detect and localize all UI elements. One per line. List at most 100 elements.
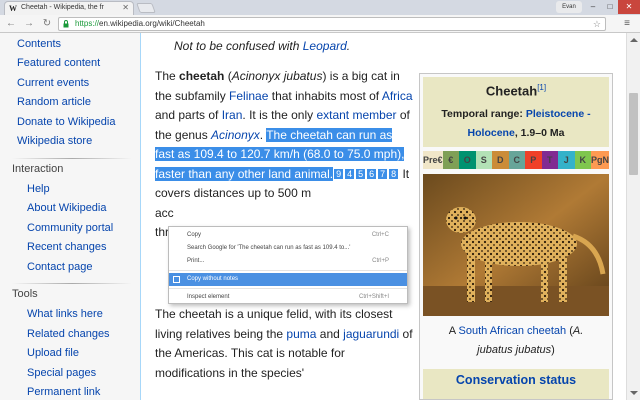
temporal-range: Temporal range: Pleistocene - Holocene, … (423, 105, 609, 143)
link-holocene[interactable]: Holocene (468, 127, 515, 139)
sidebar-link-recent[interactable]: Recent changes (27, 241, 107, 253)
sidebar-link-random[interactable]: Random article (17, 96, 91, 108)
timebar-period[interactable]: K (574, 151, 592, 169)
sidebar-heading-interaction: Interaction (12, 163, 64, 175)
link-south-african-cheetah[interactable]: South African cheetah (459, 325, 567, 337)
temporal-range-value: , 1.9–0 Ma (514, 127, 565, 139)
sidebar-divider (12, 283, 132, 284)
sidebar-link-about[interactable]: About Wikipedia (27, 202, 107, 214)
sidebar-link-featured[interactable]: Featured content (17, 57, 100, 69)
taxobox-title-cite[interactable]: [1] (537, 83, 546, 92)
sidebar-link-donate[interactable]: Donate to Wikipedia (17, 116, 115, 128)
chrome-menu-icon[interactable]: ≡ (620, 17, 634, 31)
profile-button[interactable]: Evan (556, 1, 582, 13)
menu-item-label: Print... (187, 258, 205, 264)
link-puma[interactable]: puma (286, 327, 316, 341)
address-bar[interactable]: https://en.wikipedia.org/wiki/Cheetah ☆ (58, 17, 606, 31)
sidebar-link-contents[interactable]: Contents (17, 38, 61, 50)
tab-close-icon[interactable]: ✕ (122, 3, 129, 12)
wiki-sidebar: Contents Featured content Current events… (0, 33, 140, 400)
sidebar-link-community[interactable]: Community portal (27, 222, 113, 234)
temporal-range-label: Temporal range: (441, 108, 526, 120)
menu-item-copy-without-notes[interactable]: Copy without notes (169, 273, 407, 286)
taxobox-title: Cheetah[1] (423, 83, 609, 98)
sidebar-link-related-changes[interactable]: Related changes (27, 328, 110, 340)
back-icon[interactable]: ← (4, 17, 18, 31)
sidebar-link-permanent[interactable]: Permanent link (27, 386, 100, 398)
text-run: and parts of (155, 108, 222, 122)
maximize-icon[interactable]: □ (601, 0, 619, 14)
citation-9[interactable]: 9 (333, 167, 345, 180)
reload-icon[interactable]: ↻ (40, 17, 54, 31)
menu-item-label: Copy (187, 232, 202, 238)
timebar-period[interactable]: S (475, 151, 493, 169)
timebar-period[interactable]: PgN (591, 151, 610, 169)
page-scrollbar[interactable] (626, 33, 640, 400)
timebar-period[interactable]: O (459, 151, 476, 169)
timebar-period[interactable]: D (492, 151, 509, 169)
sidebar-link-help[interactable]: Help (27, 183, 50, 195)
hatnote: Not to be confused with Leopard. (174, 39, 350, 53)
new-tab-button[interactable] (136, 3, 156, 13)
timebar-period[interactable]: T (541, 151, 559, 169)
scroll-up-icon[interactable] (630, 38, 638, 42)
timebar-period[interactable]: J (558, 151, 575, 169)
menu-divider (169, 288, 407, 289)
bookmark-star-icon[interactable]: ☆ (593, 18, 601, 30)
menu-item-search-google[interactable]: Search Google for 'The cheetah can run a… (169, 242, 407, 255)
article-content: Not to be confused with Leopard. The che… (140, 33, 626, 400)
sidebar-link-contact[interactable]: Contact page (27, 261, 92, 273)
cheetah-photo[interactable] (423, 174, 609, 316)
taxobox-title-text: Cheetah (485, 83, 538, 99)
timebar-period[interactable]: € (442, 151, 460, 169)
menu-item-copy[interactable]: Copy Ctrl+C (169, 229, 407, 242)
sidebar-link-current-events[interactable]: Current events (17, 77, 89, 89)
conservation-status-heading[interactable]: Conservation status (423, 369, 609, 399)
link-pleistocene[interactable]: Pleistocene - (526, 108, 591, 120)
cheetah-image (423, 174, 609, 316)
caption-italic: jubatus jubatus (477, 344, 552, 356)
text-run: and (316, 326, 344, 341)
text-run: acc (155, 205, 174, 220)
browser-tab[interactable]: W Cheetah - Wikipedia, the fr ✕ (4, 1, 134, 15)
link-felinae[interactable]: Felinae (229, 89, 268, 103)
citation-8[interactable]: 8 (388, 167, 400, 180)
sidebar-link-special[interactable]: Special pages (27, 367, 96, 379)
citation-7[interactable]: 7 (377, 167, 389, 180)
caption-text: A (448, 325, 459, 337)
timebar-period[interactable]: P (525, 151, 542, 169)
bold-term: cheetah (179, 69, 225, 83)
caption-italic: A. (572, 325, 584, 337)
timebar-period[interactable]: Pre€ (423, 151, 443, 169)
link-acinonyx[interactable]: Acinonyx (211, 128, 260, 142)
binomial-name: Acinonyx jubatus (231, 69, 323, 83)
sidebar-heading-tools: Tools (12, 288, 38, 300)
forward-icon[interactable]: → (22, 17, 36, 31)
url-scheme: https:// (75, 19, 100, 28)
wikipedia-favicon-icon: W (9, 4, 17, 13)
link-extant[interactable]: extant member (316, 108, 396, 122)
citation-4[interactable]: 4 (344, 167, 356, 180)
timebar-period[interactable]: C (508, 151, 526, 169)
window-close-icon[interactable]: ✕ (618, 0, 640, 14)
citation-6[interactable]: 6 (366, 167, 378, 180)
menu-item-shortcut: Ctrl+Shift+I (358, 294, 389, 300)
link-iran[interactable]: Iran (222, 108, 243, 122)
menu-item-print[interactable]: Print... Ctrl+P (169, 255, 407, 268)
sidebar-link-store[interactable]: Wikipedia store (17, 135, 92, 147)
menu-item-label: Inspect element (187, 294, 230, 300)
text-run: that inhabits most of (268, 88, 382, 103)
sidebar-link-upload[interactable]: Upload file (27, 347, 79, 359)
link-jaguarundi[interactable]: jaguarundi (343, 327, 399, 341)
sidebar-link-what-links-here[interactable]: What links here (27, 308, 103, 320)
sidebar-divider (12, 158, 132, 159)
scrollbar-thumb[interactable] (629, 93, 638, 175)
link-africa[interactable]: Africa (382, 89, 413, 103)
citation-5[interactable]: 5 (355, 167, 367, 180)
minimize-icon[interactable]: – (584, 0, 602, 14)
menu-item-label: Search Google for 'The cheetah can run a… (187, 245, 351, 251)
tab-title: Cheetah - Wikipedia, the fr (21, 4, 104, 11)
scroll-down-icon[interactable] (630, 391, 638, 395)
menu-item-inspect[interactable]: Inspect element Ctrl+Shift+I (169, 291, 407, 304)
hatnote-link-leopard[interactable]: Leopard (303, 39, 347, 53)
